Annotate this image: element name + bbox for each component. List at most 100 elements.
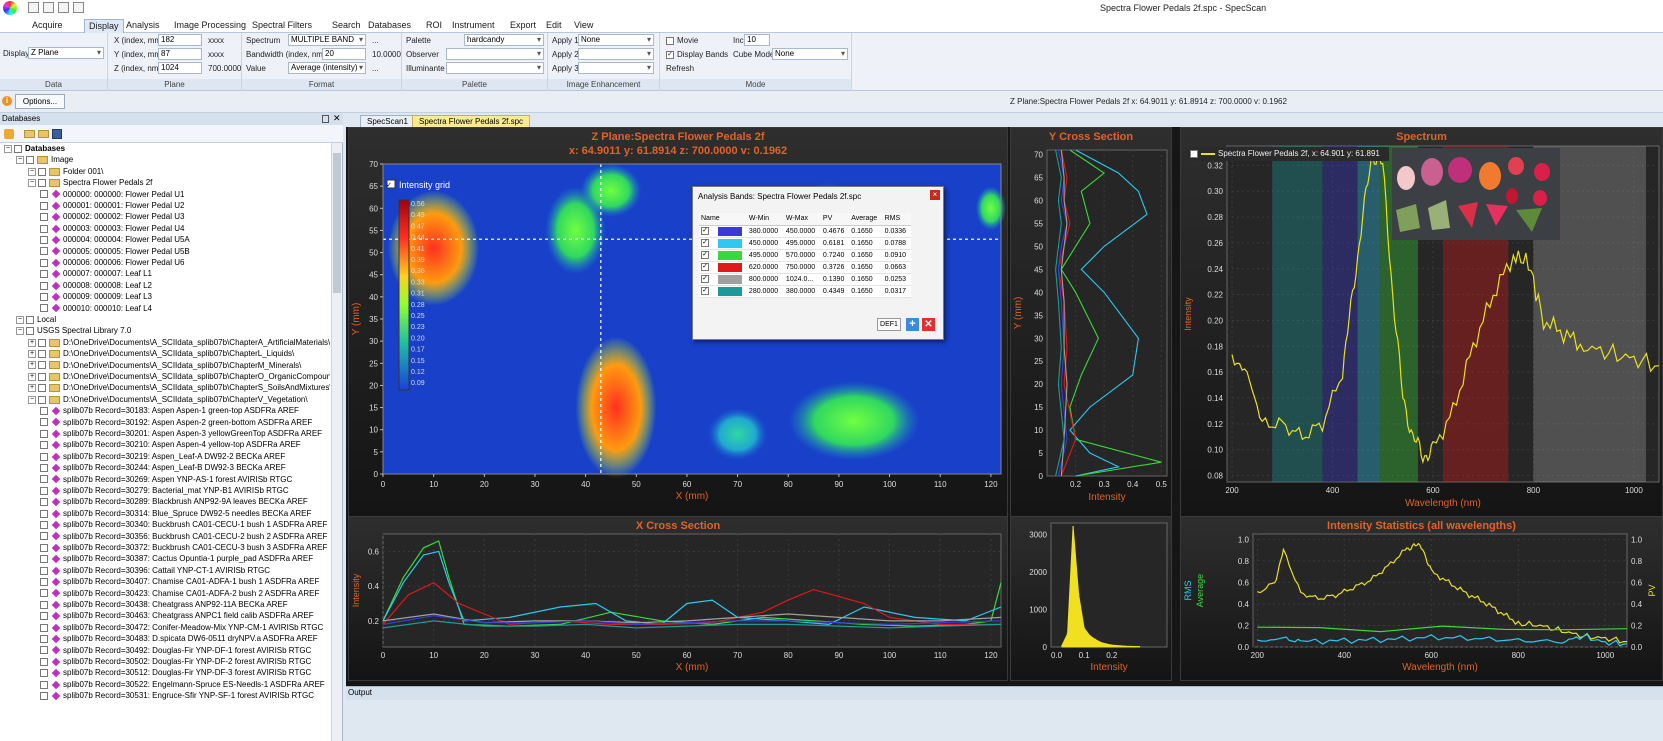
tree-item[interactable]: splib07b Record=30387: Cactus Opuntia-1 … <box>40 553 313 564</box>
tree-checkbox[interactable] <box>40 201 48 210</box>
def1-button[interactable]: DEF1 <box>877 318 901 331</box>
ycross-chart[interactable]: 0.2 0.3 0.4 0.5 0 5 10 15 20 25 30 35 40 45 50 55 60 65 70… <box>1011 128 1173 523</box>
tree-item[interactable]: + D:\OneDrive\Documents\A_SCIIdata_splib0… <box>28 348 294 359</box>
band-row[interactable]: ✓ 800.0000 1024.0... 0.1390 0.1650 0.0253 <box>699 273 911 286</box>
tree-item[interactable]: − D:\OneDrive\Documents\A_SCIIdata_splib0… <box>28 394 308 405</box>
illuminant-select[interactable] <box>446 62 544 74</box>
tree-checkbox[interactable] <box>38 361 46 370</box>
tree-checkbox[interactable] <box>38 179 46 188</box>
band-enabled-checkbox[interactable]: ✓ <box>699 249 716 262</box>
display-select[interactable]: Z Plane <box>28 47 104 59</box>
tree-item[interactable]: splib07b Record=30423: Chamise CA01-ADFA… <box>40 588 319 599</box>
value-more-button[interactable]: ... <box>372 64 379 73</box>
menu-export[interactable]: Export <box>506 19 540 33</box>
tree-checkbox[interactable] <box>38 384 46 393</box>
output-bar[interactable]: Output <box>346 686 1663 700</box>
tree-checkbox[interactable] <box>40 224 48 233</box>
band-enabled-checkbox[interactable]: ✓ <box>699 237 716 250</box>
spectrum-select[interactable]: MULTIPLE BAND <box>288 34 366 46</box>
tree-checkbox[interactable] <box>40 600 48 609</box>
tab-specscan1[interactable]: SpecScan1 <box>360 115 415 127</box>
menu-spectral-filters[interactable]: Spectral Filters <box>248 19 316 33</box>
menu-search[interactable]: Search <box>328 19 365 33</box>
tree-checkbox[interactable] <box>40 543 48 552</box>
expand-toggle-icon[interactable]: − <box>28 179 36 188</box>
expand-toggle-icon[interactable]: + <box>28 350 36 359</box>
save-db-icon[interactable] <box>52 129 62 139</box>
menu-roi[interactable]: ROI <box>422 19 446 33</box>
expand-toggle-icon[interactable]: − <box>16 156 24 165</box>
tree-checkbox[interactable] <box>40 532 48 541</box>
tree-item[interactable]: 000010: 000010: Leaf L4 <box>40 303 152 314</box>
tree-checkbox[interactable] <box>40 646 48 655</box>
tree-item[interactable]: splib07b Record=30372: Buckbrush CA01-CE… <box>40 542 327 553</box>
tree-checkbox[interactable] <box>26 315 34 324</box>
tree-checkbox[interactable] <box>40 236 48 245</box>
tree-checkbox[interactable] <box>40 258 48 267</box>
display-bands-checkbox[interactable]: ✓ Display Bands <box>666 50 728 59</box>
band-color-swatch[interactable] <box>715 237 747 250</box>
tree-checkbox[interactable] <box>40 657 48 666</box>
z-index-input[interactable]: 1024 <box>158 62 202 74</box>
menu-analysis[interactable]: Analysis <box>122 19 164 33</box>
tree-checkbox[interactable] <box>40 669 48 678</box>
tree-checkbox[interactable] <box>40 623 48 632</box>
tree-item[interactable]: + D:\OneDrive\Documents\A_SCIIdata_splib0… <box>28 371 330 382</box>
menu-acquire[interactable]: Acquire <box>28 19 67 33</box>
expand-toggle-icon[interactable]: + <box>28 338 36 347</box>
tree-checkbox[interactable] <box>40 578 48 587</box>
tree-item[interactable]: splib07b Record=30512: Douglas-Fir YNP-D… <box>40 667 311 678</box>
print-icon[interactable] <box>73 2 84 13</box>
menu-display[interactable]: Display <box>84 19 124 33</box>
add-band-icon[interactable]: + <box>906 318 919 331</box>
tree-checkbox[interactable] <box>40 441 48 450</box>
tree-checkbox[interactable] <box>38 338 46 347</box>
histogram-chart[interactable]: 0.0 0.1 0.2 0 1000 2000 3000 Intensity <box>1011 517 1173 682</box>
tree-item[interactable]: splib07b Record=30396: Cattail YNP-CT-1 … <box>40 565 270 576</box>
x-index-input[interactable]: 182 <box>158 34 202 46</box>
tree-checkbox[interactable] <box>40 281 48 290</box>
tree-checkbox[interactable] <box>40 555 48 564</box>
tree-checkbox[interactable] <box>26 156 34 165</box>
tree-item[interactable]: splib07b Record=30531: Engruce-Sfir YNP-… <box>40 690 314 701</box>
tree-checkbox[interactable] <box>40 407 48 416</box>
expand-toggle-icon[interactable]: − <box>16 315 24 324</box>
delete-band-icon[interactable]: ✕ <box>922 318 935 331</box>
add-folder-icon[interactable] <box>24 130 35 138</box>
inc-input[interactable]: 10 <box>744 34 770 46</box>
tree-item[interactable]: 000000: 000000: Flower Pedal U1 <box>40 189 184 200</box>
tree-item[interactable]: splib07b Record=30522: Engelmann-Spruce … <box>40 679 325 690</box>
tree-item[interactable]: − Local <box>16 314 56 325</box>
expand-toggle-icon[interactable]: − <box>28 395 36 404</box>
tree-item[interactable]: splib07b Record=30192: Aspen Aspen-2 gre… <box>40 417 312 428</box>
tree-item[interactable]: 000003: 000003: Flower Pedal U4 <box>40 223 184 234</box>
tree-item[interactable]: splib07b Record=30502: Douglas-Fir YNP-D… <box>40 656 311 667</box>
tree-item[interactable]: splib07b Record=30483: D.spicata DW6-051… <box>40 633 318 644</box>
tree-item[interactable]: 000005: 000005: Flower Pedal U5B <box>40 246 190 257</box>
tree-checkbox[interactable] <box>40 486 48 495</box>
tree-item[interactable]: 000002: 000002: Flower Pedal U3 <box>40 211 184 222</box>
tree-item[interactable]: 000007: 000007: Leaf L1 <box>40 268 152 279</box>
tree-item[interactable]: splib07b Record=30279: Bacterial_mat YNP… <box>40 485 289 496</box>
y-index-input[interactable]: 87 <box>158 48 202 60</box>
band-row[interactable]: ✓ 495.0000 570.0000 0.7240 0.1650 0.0910 <box>699 249 911 262</box>
open-file-icon[interactable] <box>43 2 54 13</box>
movie-checkbox[interactable]: Movie <box>666 36 698 45</box>
xcross-chart[interactable]: 0 10 20 30 40 50 60 70 80 90 100 110 120 0.2 0.4 0.6 X (… <box>349 517 1009 682</box>
tree-checkbox[interactable] <box>40 464 48 473</box>
tree-checkbox[interactable] <box>40 475 48 484</box>
tree-item[interactable]: − Folder 001\ <box>28 166 103 177</box>
tree-scrollbar-thumb[interactable] <box>333 153 341 293</box>
expand-toggle-icon[interactable]: + <box>28 372 36 381</box>
tree-checkbox[interactable] <box>40 521 48 530</box>
tree-checkbox[interactable] <box>40 612 48 621</box>
tree-checkbox[interactable] <box>38 350 46 359</box>
tree-item[interactable]: splib07b Record=30210: Aspen Aspen-4 yel… <box>40 439 301 450</box>
tree-item[interactable]: 000004: 000004: Flower Pedal U5A <box>40 234 190 245</box>
pin-icon[interactable] <box>322 115 329 123</box>
tree-checkbox[interactable] <box>38 372 46 381</box>
tree-item[interactable]: + D:\OneDrive\Documents\A_SCIIdata_splib0… <box>28 360 301 371</box>
apply2-select[interactable] <box>578 48 654 60</box>
tree-item[interactable]: + D:\OneDrive\Documents\A_SCIIdata_splib0… <box>28 337 330 348</box>
expand-toggle-icon[interactable]: − <box>28 167 36 176</box>
